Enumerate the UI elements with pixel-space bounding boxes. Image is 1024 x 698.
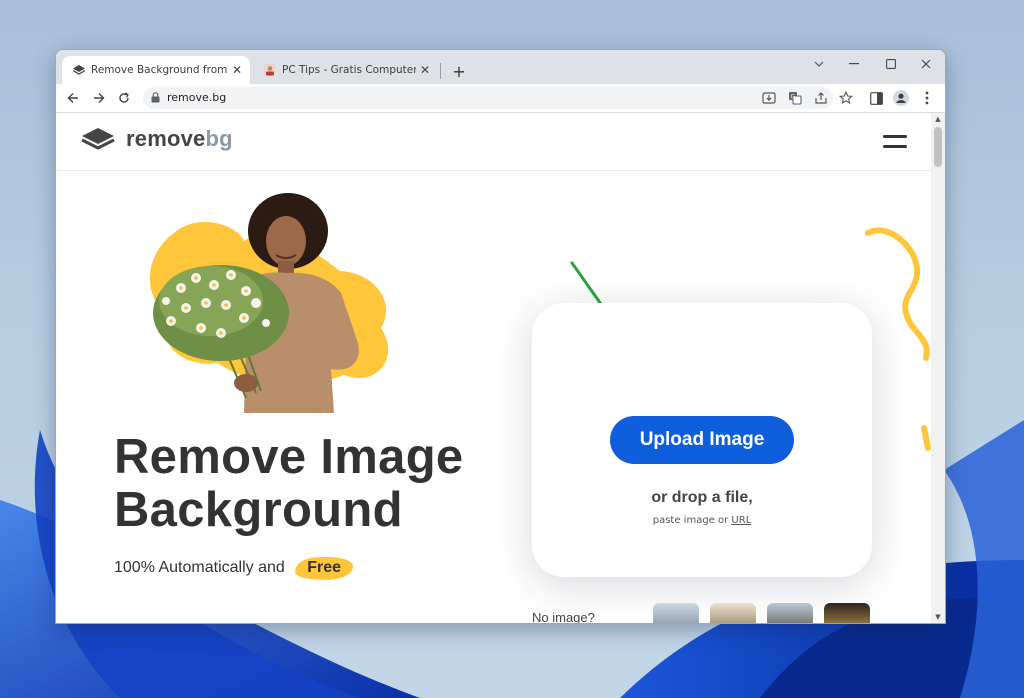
reload-icon [119, 92, 129, 103]
scroll-up-icon[interactable]: ▲ [934, 115, 942, 123]
sample-image-2[interactable] [710, 603, 756, 623]
scroll-down-icon[interactable]: ▼ [934, 613, 942, 621]
scrollbar-thumb[interactable] [934, 127, 942, 167]
no-image-label: No image? [532, 610, 595, 623]
hamburger-menu-icon[interactable] [883, 133, 907, 151]
new-tab-button[interactable]: + [450, 62, 468, 81]
close-window-button[interactable] [911, 54, 941, 74]
logo-word-bg: bg [205, 126, 233, 151]
maximize-button[interactable] [876, 54, 906, 74]
translate-button[interactable]: G [786, 89, 804, 107]
sample-image-4[interactable] [824, 603, 870, 623]
sample-image-1[interactable] [653, 603, 699, 623]
maximize-icon [886, 59, 896, 69]
side-panel-icon [869, 91, 883, 105]
tab-strip: Remove Background from Image ✕ PC Tips -… [56, 50, 945, 84]
url-link[interactable]: URL [731, 515, 751, 526]
install-icon [762, 92, 776, 104]
tab-label: PC Tips - Gratis Computer Tips, ins [282, 64, 416, 76]
subline-text: 100% Automatically and [114, 559, 285, 576]
menu-button[interactable] [918, 89, 936, 107]
reload-button[interactable] [114, 88, 134, 108]
minimize-icon [849, 63, 859, 65]
page-headline: Remove Image Background [114, 431, 463, 537]
tab-separator [440, 63, 441, 79]
tab-close-icon[interactable]: ✕ [416, 61, 434, 79]
web-page: removebg Remove Image Background 100% Au… [56, 113, 931, 623]
upload-card: Upload Image or drop a file, paste image… [532, 303, 872, 577]
back-button[interactable] [63, 88, 83, 108]
tab-close-icon[interactable]: ✕ [228, 61, 246, 79]
browser-window: Remove Background from Image ✕ PC Tips -… [55, 49, 946, 624]
paste-hint-text: paste image or [652, 515, 729, 526]
tab-search-button[interactable] [804, 54, 834, 74]
install-app-button[interactable] [760, 89, 778, 107]
arrow-right-icon [94, 93, 105, 103]
removebg-favicon-icon [73, 64, 85, 76]
share-icon [815, 92, 827, 104]
sample-image-3[interactable] [767, 603, 813, 623]
svg-text:G: G [791, 94, 796, 101]
side-panel-button[interactable] [867, 89, 885, 107]
bookmark-button[interactable] [837, 89, 855, 107]
drop-file-text: or drop a file, [651, 489, 753, 506]
lock-icon[interactable] [151, 92, 160, 103]
close-icon [921, 59, 931, 69]
page-scrollbar[interactable]: ▲ ▼ [931, 113, 945, 623]
free-badge: Free [295, 557, 353, 580]
paste-hint: paste image or URL [532, 515, 872, 526]
pctips-favicon-icon [264, 64, 276, 76]
browser-toolbar: remove.bg G [56, 84, 945, 113]
tab-label: Remove Background from Image [91, 64, 228, 76]
url-text[interactable]: remove.bg [167, 91, 226, 104]
tab-pc-tips[interactable]: PC Tips - Gratis Computer Tips, ins ✕ [253, 56, 438, 84]
upload-image-button[interactable]: Upload Image [610, 416, 794, 464]
layers-logo-icon [81, 128, 115, 150]
tab-remove-bg[interactable]: Remove Background from Image ✕ [62, 56, 250, 84]
subline: 100% Automatically and Free [114, 557, 353, 580]
kebab-menu-icon [925, 91, 929, 105]
logo-word-remove: remove [126, 126, 206, 151]
minimize-button[interactable] [839, 54, 869, 74]
forward-button[interactable] [89, 88, 109, 108]
avatar-icon [893, 90, 909, 106]
arrow-left-icon [67, 93, 78, 103]
profile-button[interactable] [892, 89, 910, 107]
share-button[interactable] [812, 89, 830, 107]
address-bar[interactable]: remove.bg [143, 87, 833, 109]
logo-text: removebg [126, 126, 233, 152]
removebg-logo[interactable]: removebg [80, 126, 233, 152]
headline-line-1: Remove Image [114, 430, 464, 484]
site-header: removebg [56, 113, 931, 171]
star-icon [839, 91, 853, 105]
hero-illustration [149, 193, 389, 413]
chevron-down-icon [814, 61, 824, 67]
translate-icon: G [789, 92, 802, 105]
headline-line-2: Background [114, 483, 403, 537]
